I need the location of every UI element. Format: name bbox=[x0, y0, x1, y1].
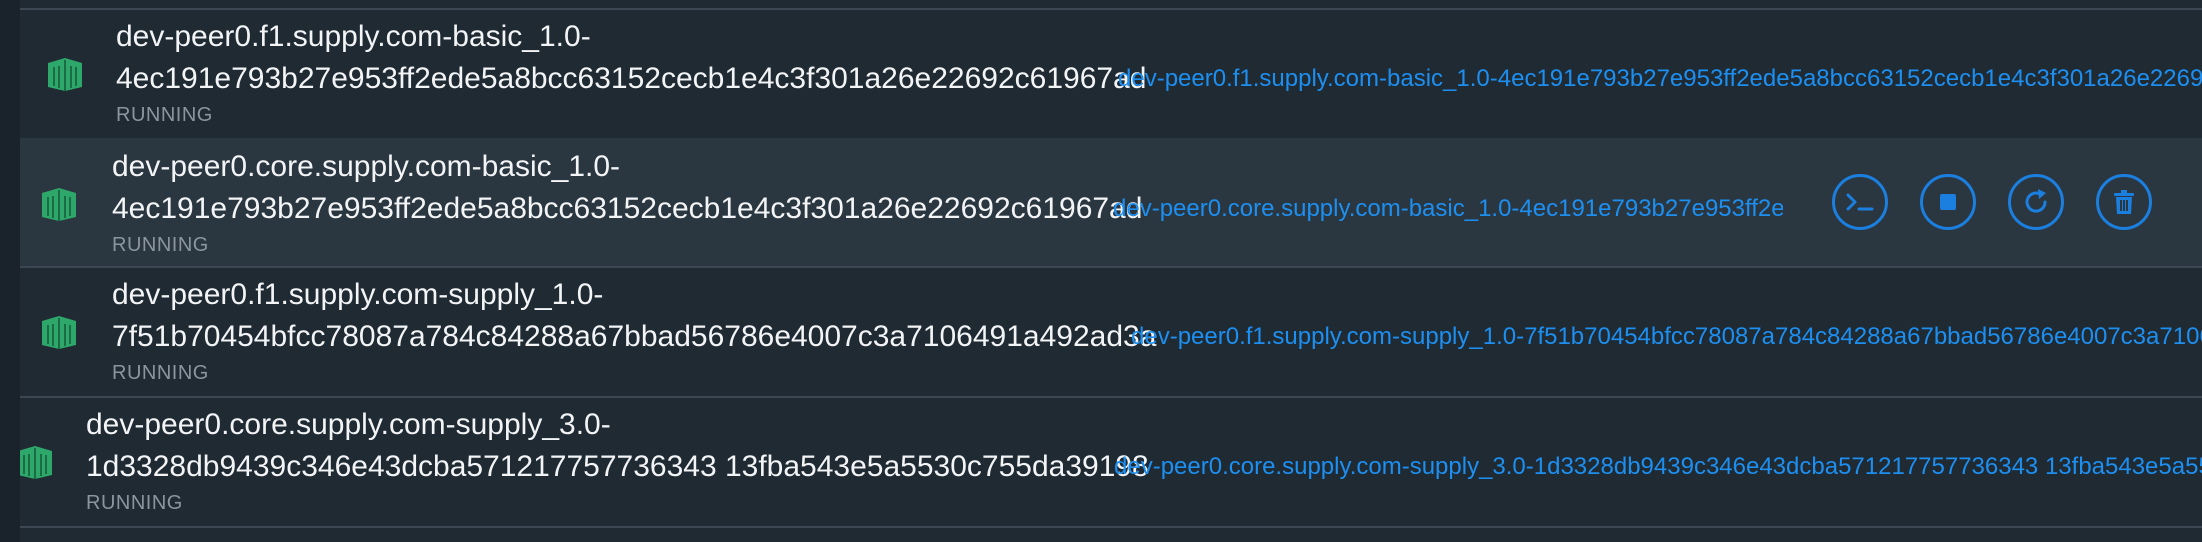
container-image-link[interactable]: dev-peer0.f1.supply.com-supply_1.0-7f51b… bbox=[1131, 322, 2202, 352]
container-row[interactable]: dev-peer0.f1.supply.com-supply_1.0- 7f51… bbox=[20, 268, 2202, 398]
container-name-line-1: dev-peer0.f1.supply.com-supply_1.0- bbox=[112, 278, 604, 311]
container-name: dev-peer0.core.supply.com-supply_3.0- 1d… bbox=[86, 404, 1149, 488]
container-row[interactable]: dev-peer0.core.supply.com-supply_3.0- 1d… bbox=[20, 398, 2202, 528]
container-image-link[interactable]: dev-peer0.core.supply.com-basic_1.0-4ec1… bbox=[1113, 194, 1783, 224]
container-name: dev-peer0.f1.supply.com-basic_1.0- 4ec19… bbox=[116, 16, 1146, 100]
container-status: RUNNING bbox=[112, 234, 209, 256]
delete-button[interactable] bbox=[2096, 174, 2152, 230]
container-name-line-2: 1d3328db9439c346e43dcba571217757736343 1… bbox=[86, 450, 1149, 483]
container-status: RUNNING bbox=[112, 362, 209, 384]
container-icon bbox=[42, 55, 88, 93]
restart-icon bbox=[2025, 189, 2047, 213]
restart-button[interactable] bbox=[2008, 174, 2064, 230]
open-terminal-button[interactable] bbox=[1832, 174, 1888, 230]
container-icon bbox=[20, 443, 58, 481]
container-actions bbox=[1832, 174, 2172, 234]
container-icon bbox=[36, 185, 82, 223]
terminal-icon bbox=[1846, 193, 1874, 211]
container-row[interactable]: dev-peer0.f1.supply.com-basic_1.0- 4ec19… bbox=[20, 10, 2202, 140]
container-name-line-2: 4ec191e793b27e953ff2ede5a8bcc63152cecb1e… bbox=[116, 62, 1147, 95]
container-image-link[interactable]: dev-peer0.f1.supply.com-basic_1.0-4ec191… bbox=[1118, 64, 2202, 94]
stop-icon bbox=[1940, 194, 1956, 210]
container-status: RUNNING bbox=[86, 492, 183, 514]
container-name-line-1: dev-peer0.core.supply.com-basic_1.0- bbox=[112, 150, 621, 183]
container-status: RUNNING bbox=[116, 104, 213, 126]
left-edge-strip bbox=[0, 0, 20, 542]
stop-button[interactable] bbox=[1920, 174, 1976, 230]
container-icon bbox=[36, 313, 82, 351]
trash-icon bbox=[2114, 190, 2134, 214]
container-name-line-1: dev-peer0.core.supply.com-supply_3.0- bbox=[86, 408, 611, 441]
container-image-link[interactable]: dev-peer0.core.supply.com-supply_3.0-1d3… bbox=[1114, 452, 2202, 482]
container-name-line-2: 7f51b70454bfcc78087a784c84288a67bbad5678… bbox=[112, 320, 1157, 353]
container-name: dev-peer0.core.supply.com-basic_1.0- 4ec… bbox=[112, 146, 1142, 230]
container-list: dev-peer0.f1.supply.com-basic_1.0- 4ec19… bbox=[20, 0, 2202, 542]
container-name: dev-peer0.f1.supply.com-supply_1.0- 7f51… bbox=[112, 274, 1156, 358]
container-name-line-2: 4ec191e793b27e953ff2ede5a8bcc63152cecb1e… bbox=[112, 192, 1143, 225]
container-row[interactable]: dev-peer0.core.supply.com-basic_1.0- 4ec… bbox=[20, 138, 2202, 268]
container-name-line-1: dev-peer0.f1.supply.com-basic_1.0- bbox=[116, 20, 591, 53]
